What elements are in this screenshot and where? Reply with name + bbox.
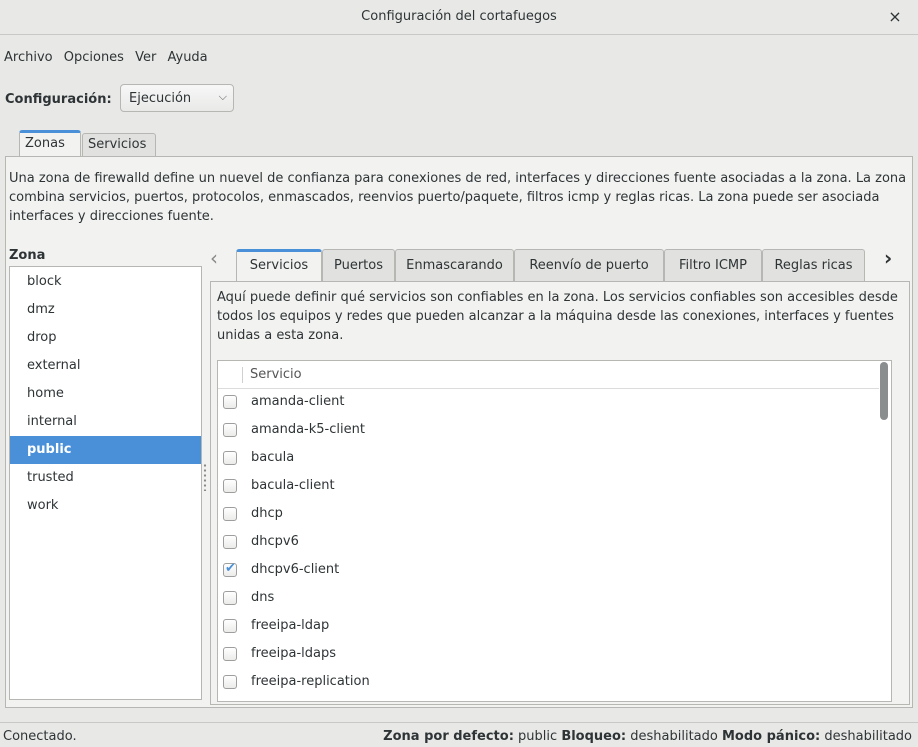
lockdown-value: deshabilitado — [630, 729, 718, 744]
list-item[interactable]: bacula — [218, 445, 878, 473]
menu-ver[interactable]: Ver — [135, 50, 156, 65]
tab-scroll-right-icon[interactable]: › — [884, 246, 892, 270]
list-item[interactable]: dhcp — [218, 501, 878, 529]
chevron-down-icon: ⌵ — [218, 90, 227, 103]
tab-zonas[interactable]: Zonas — [19, 130, 81, 156]
zone-list[interactable]: block dmz drop external home internal pu… — [9, 266, 202, 700]
service-checkbox[interactable] — [223, 479, 237, 493]
services-description: Aquí puede definir qué servicios son con… — [217, 290, 898, 343]
list-item[interactable]: dns — [218, 585, 878, 613]
zone-item-public[interactable]: public — [10, 436, 201, 464]
service-name: dns — [251, 590, 275, 605]
menu-ayuda[interactable]: Ayuda — [167, 50, 207, 65]
list-item[interactable]: freeipa-ldaps — [218, 641, 878, 669]
panic-mode-value: deshabilitado — [824, 729, 912, 744]
service-name: dhcpv6 — [251, 534, 299, 549]
tab-servicios[interactable]: Servicios — [82, 133, 156, 156]
tab-inner-servicios[interactable]: Servicios — [236, 249, 322, 281]
zone-item-external[interactable]: external — [10, 352, 201, 380]
tab-filtro-icmp[interactable]: Filtro ICMP — [664, 249, 762, 281]
list-item[interactable]: bacula-client — [218, 473, 878, 501]
zone-item-internal[interactable]: internal — [10, 408, 201, 436]
service-checkbox[interactable] — [223, 535, 237, 549]
service-name: freeipa-ldap — [251, 618, 330, 633]
list-item[interactable]: amanda-k5-client — [218, 417, 878, 445]
default-zone-value: public — [518, 729, 558, 744]
menu-opciones[interactable]: Opciones — [64, 50, 124, 65]
service-checkbox[interactable] — [223, 619, 237, 633]
list-item[interactable]: dhcpv6-client — [218, 557, 878, 585]
list-item[interactable]: freeipa-ldap — [218, 613, 878, 641]
column-header-servicio: Servicio — [250, 367, 302, 382]
config-select[interactable]: Ejecución ⌵ — [120, 84, 234, 112]
tab-reenvio-puerto[interactable]: Reenvío de puerto — [514, 249, 664, 281]
services-list[interactable]: amanda-client amanda-k5-client bacula ba… — [217, 360, 892, 702]
service-name: dhcpv6-client — [251, 562, 340, 577]
service-name: bacula — [251, 450, 295, 465]
list-item[interactable]: amanda-client — [218, 389, 878, 417]
zone-item-trusted[interactable]: trusted — [10, 464, 201, 492]
service-checkbox[interactable] — [223, 591, 237, 605]
service-checkbox[interactable] — [223, 647, 237, 661]
zone-list-header: Zona — [9, 248, 46, 263]
service-checkbox-checked[interactable] — [223, 561, 237, 577]
config-label: Configuración: — [5, 92, 112, 107]
service-name: dhcp — [251, 506, 283, 521]
service-name: freeipa-ldaps — [251, 646, 337, 661]
services-column-header[interactable]: Servicio — [218, 361, 879, 389]
zone-item-block[interactable]: block — [10, 268, 201, 296]
list-item[interactable]: freeipa-replication — [218, 669, 878, 697]
pane-resize-handle[interactable] — [203, 463, 207, 491]
service-checkbox[interactable] — [223, 423, 237, 437]
scrollbar-thumb[interactable] — [880, 362, 888, 420]
menubar: Archivo Opciones Ver Ayuda — [0, 50, 211, 70]
service-checkbox[interactable] — [223, 451, 237, 465]
service-name: bacula-client — [251, 478, 335, 493]
column-separator — [242, 367, 243, 383]
zone-item-home[interactable]: home — [10, 380, 201, 408]
tab-puertos[interactable]: Puertos — [322, 249, 395, 281]
lockdown-label: Bloqueo: — [561, 729, 627, 744]
zone-item-drop[interactable]: drop — [10, 324, 201, 352]
service-name: freeipa-replication — [251, 674, 370, 689]
service-name: amanda-k5-client — [251, 422, 365, 437]
menu-archivo[interactable]: Archivo — [4, 50, 53, 65]
panic-mode-label: Modo pánico: — [722, 729, 821, 744]
connection-status: Conectado. — [3, 729, 77, 744]
list-item[interactable]: dhcpv6 — [218, 529, 878, 557]
zone-item-dmz[interactable]: dmz — [10, 296, 201, 324]
close-button[interactable]: × — [884, 6, 906, 28]
service-checkbox[interactable] — [223, 675, 237, 689]
service-checkbox[interactable] — [223, 507, 237, 521]
tab-enmascarando[interactable]: Enmascarando — [395, 249, 514, 281]
default-zone-label: Zona por defecto: — [383, 729, 514, 744]
service-checkbox[interactable] — [223, 395, 237, 409]
status-details: Zona por defecto: public Bloqueo: deshab… — [383, 729, 912, 744]
tab-scroll-left-icon[interactable]: ‹ — [210, 246, 218, 270]
zone-item-work[interactable]: work — [10, 492, 201, 520]
tab-reglas-ricas[interactable]: Reglas ricas — [762, 249, 865, 281]
config-select-value: Ejecución — [129, 91, 192, 106]
window-title: Configuración del cortafuegos — [361, 9, 557, 24]
service-name: amanda-client — [251, 394, 345, 409]
zones-description: Una zona de firewalld define un nuevel d… — [9, 171, 907, 224]
